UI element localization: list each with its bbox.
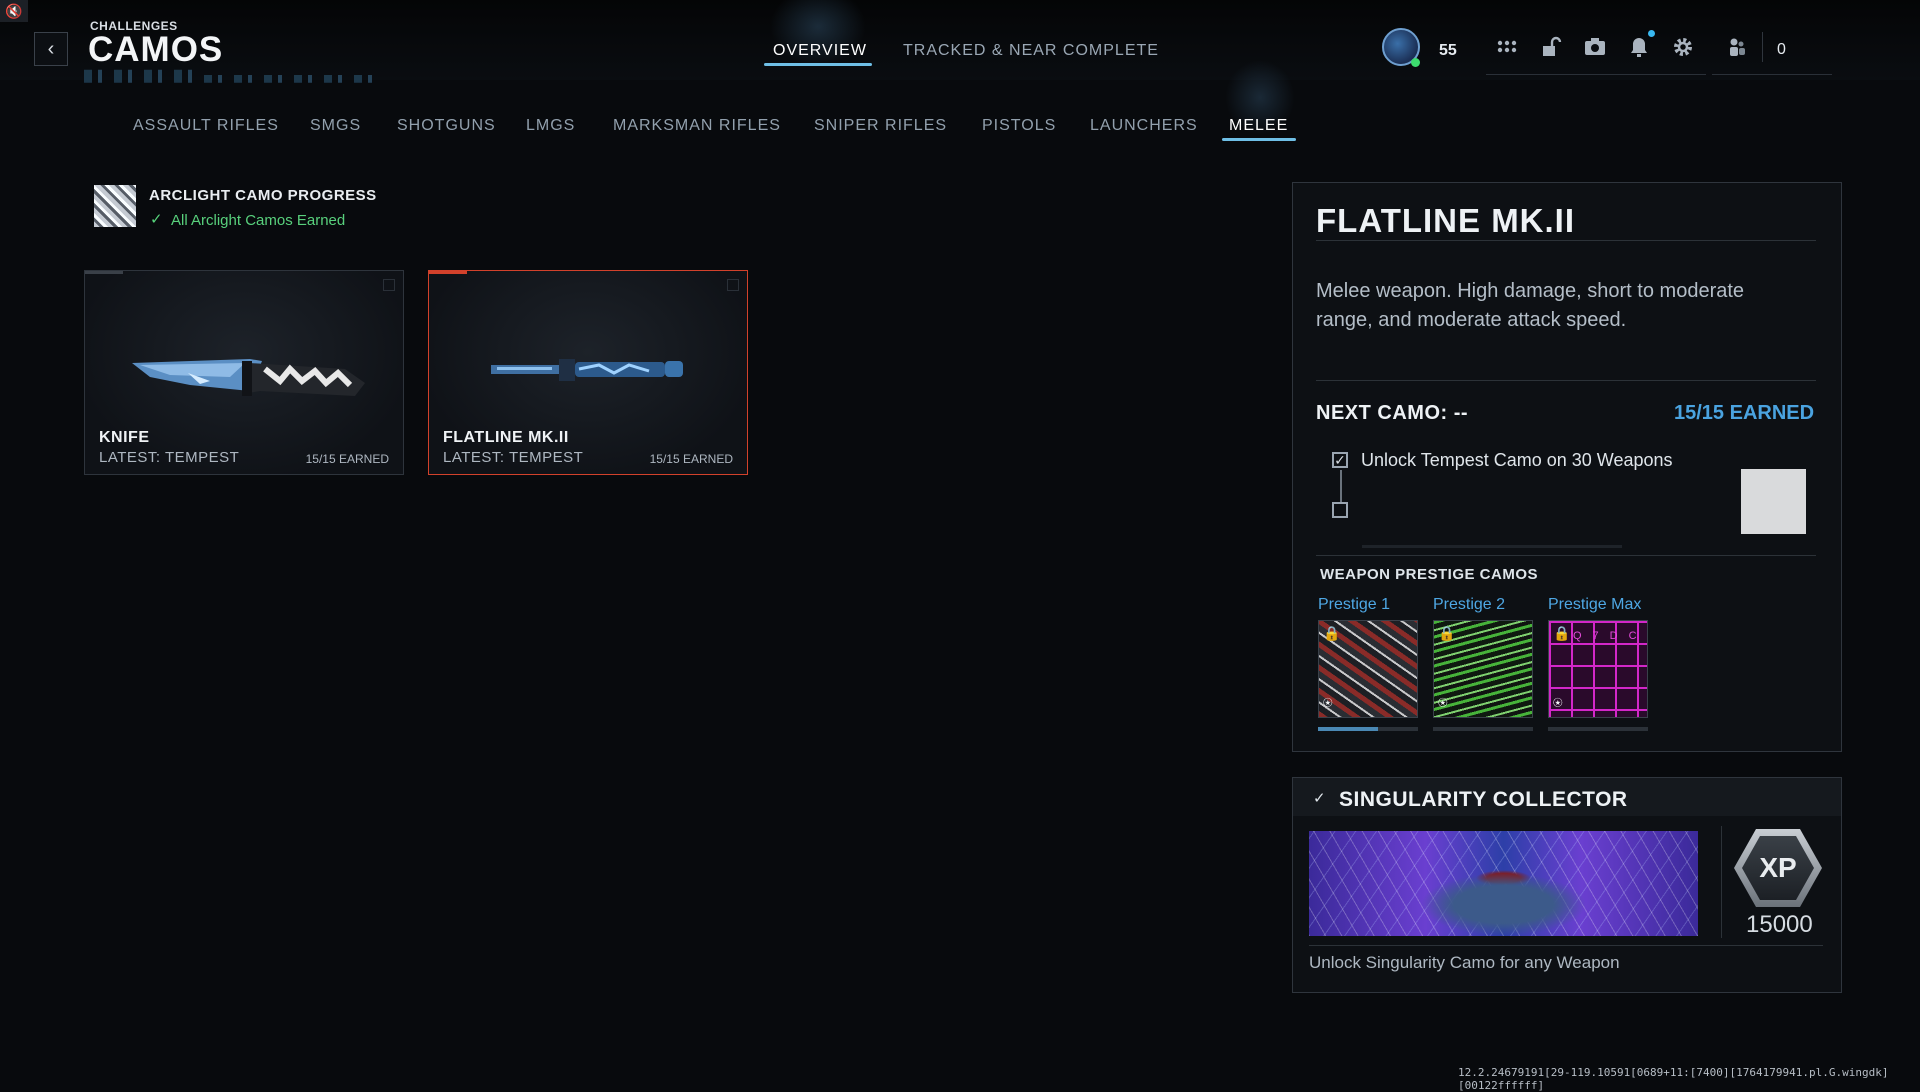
tab-active-indicator — [764, 63, 872, 66]
divider — [1721, 826, 1722, 938]
card-corner-icon — [727, 279, 739, 291]
tab-marksman-rifles[interactable]: MARKSMAN RIFLES — [613, 117, 781, 135]
flatline-mk2-image — [491, 359, 683, 381]
prestige-icon: ⍟ — [1438, 695, 1448, 712]
challenge-connector — [1340, 470, 1342, 502]
singularity-camo-image — [1309, 831, 1698, 936]
challenge-checkbox — [1332, 502, 1348, 518]
mute-icon[interactable]: 🔇 — [0, 0, 28, 22]
card-progress-bar — [85, 271, 123, 274]
party-count: 0 — [1777, 41, 1786, 58]
prestige-1-progress-fill — [1318, 727, 1378, 731]
divider — [1316, 240, 1816, 241]
online-status-dot — [1411, 58, 1420, 67]
divider — [1309, 945, 1823, 946]
arclight-progress-status: All Arclight Camos Earned — [171, 212, 346, 229]
divider — [1316, 555, 1816, 556]
lock-icon: 🔒 — [1553, 625, 1571, 641]
lock-icon: 🔒 — [1438, 625, 1456, 641]
prestige-max-label: Prestige Max — [1548, 596, 1642, 613]
tab-smgs[interactable]: SMGS — [310, 117, 361, 135]
xp-label: XP — [1742, 836, 1814, 900]
lock-icon: 🔒 — [1323, 625, 1341, 641]
bell-icon[interactable] — [1626, 35, 1652, 61]
tab-melee[interactable]: MELEE — [1229, 117, 1288, 135]
tab-active-indicator — [1222, 138, 1296, 141]
prestige-max-progress — [1548, 727, 1648, 731]
party-icon[interactable] — [1724, 35, 1750, 61]
tab-shotguns[interactable]: SHOTGUNS — [397, 117, 496, 135]
notification-dot — [1648, 30, 1655, 37]
weapon-name: KNIFE — [99, 429, 150, 446]
grid-icon[interactable] — [1494, 35, 1520, 61]
icon-bar-divider — [1486, 74, 1706, 75]
tab-assault-rifles[interactable]: ASSAULT RIFLES — [133, 117, 279, 135]
icon-bar-divider — [1712, 74, 1832, 75]
prestige-2-label: Prestige 2 — [1433, 596, 1506, 613]
challenge-checkbox-checked: ✓ — [1332, 452, 1348, 468]
player-level: 55 — [1439, 42, 1457, 59]
weapon-latest-camo: LATEST: TEMPEST — [99, 449, 240, 466]
chevron-left-icon: ‹ — [47, 37, 55, 60]
weapon-card-knife[interactable]: KNIFE LATEST: TEMPEST 15/15 EARNED — [84, 270, 404, 475]
build-string: 12.2.24679191[29-119.10591[0689+11:[7400… — [1458, 1066, 1889, 1092]
arclight-progress-title: ARCLIGHT CAMO PROGRESS — [149, 187, 377, 204]
weapon-earned-count: 15/15 EARNED — [305, 452, 389, 466]
singularity-description: Unlock Singularity Camo for any Weapon — [1309, 953, 1620, 972]
weapon-latest-camo: LATEST: TEMPEST — [443, 449, 584, 466]
separator — [1762, 32, 1763, 62]
checkmark-icon: ✓ — [1313, 790, 1326, 807]
prestige-heading: WEAPON PRESTIGE CAMOS — [1320, 566, 1539, 583]
tab-sniper-rifles[interactable]: SNIPER RIFLES — [814, 117, 947, 135]
checkmark-icon: ✓ — [150, 211, 163, 228]
challenge-text: Unlock Tempest Camo on 30 Weapons — [1361, 450, 1673, 470]
next-camo-label: NEXT CAMO: -- — [1316, 402, 1469, 424]
card-progress-bar — [429, 271, 467, 274]
prestige-1-camo[interactable]: 🔒 ⍟ — [1318, 620, 1418, 718]
prestige-max-camo[interactable]: Q7DCTZ7IMTK<M0AF*0 🔒 ⍟ — [1548, 620, 1648, 718]
scroll-indicator — [1362, 545, 1622, 548]
gear-icon[interactable] — [1670, 35, 1696, 61]
tab-lmgs[interactable]: LMGS — [526, 117, 575, 135]
arclight-camo-thumbnail — [94, 185, 136, 227]
knife-image — [132, 359, 365, 396]
prestige-1-label: Prestige 1 — [1318, 596, 1391, 613]
tab-launchers[interactable]: LAUNCHERS — [1090, 117, 1198, 135]
weapon-earned-count: 15/15 EARNED — [649, 452, 733, 466]
unlock-icon[interactable] — [1538, 35, 1564, 61]
singularity-title: SINGULARITY COLLECTOR — [1339, 788, 1628, 811]
tab-tracked-near-complete[interactable]: TRACKED & NEAR COMPLETE — [903, 42, 1159, 60]
divider — [1316, 380, 1816, 381]
prestige-2-camo[interactable]: 🔒 ⍟ — [1433, 620, 1533, 718]
weapon-name: FLATLINE MK.II — [443, 429, 569, 446]
xp-amount: 15000 — [1746, 911, 1813, 938]
prestige-icon: ⍟ — [1553, 695, 1563, 712]
detail-description: Melee weapon. High damage, short to mode… — [1316, 280, 1745, 331]
card-corner-icon — [383, 279, 395, 291]
tab-overview[interactable]: OVERVIEW — [773, 42, 867, 60]
page-title: CAMOS — [88, 30, 224, 69]
back-button[interactable]: ‹ — [34, 32, 68, 66]
prestige-icon: ⍟ — [1323, 695, 1333, 712]
detail-title: FLATLINE MK.II — [1316, 202, 1576, 239]
weapon-card-flatline-mk2[interactable]: FLATLINE MK.II LATEST: TEMPEST 15/15 EAR… — [428, 270, 748, 475]
keyboard-pattern: Q7DCTZ7IMTK<M0AF*0 — [1573, 630, 1648, 642]
tab-pistols[interactable]: PISTOLS — [982, 117, 1056, 135]
prestige-2-progress — [1433, 727, 1533, 731]
camo-preview — [1741, 469, 1806, 534]
camera-icon[interactable] — [1582, 35, 1608, 61]
detail-earned-count: 15/15 EARNED — [1674, 402, 1815, 424]
